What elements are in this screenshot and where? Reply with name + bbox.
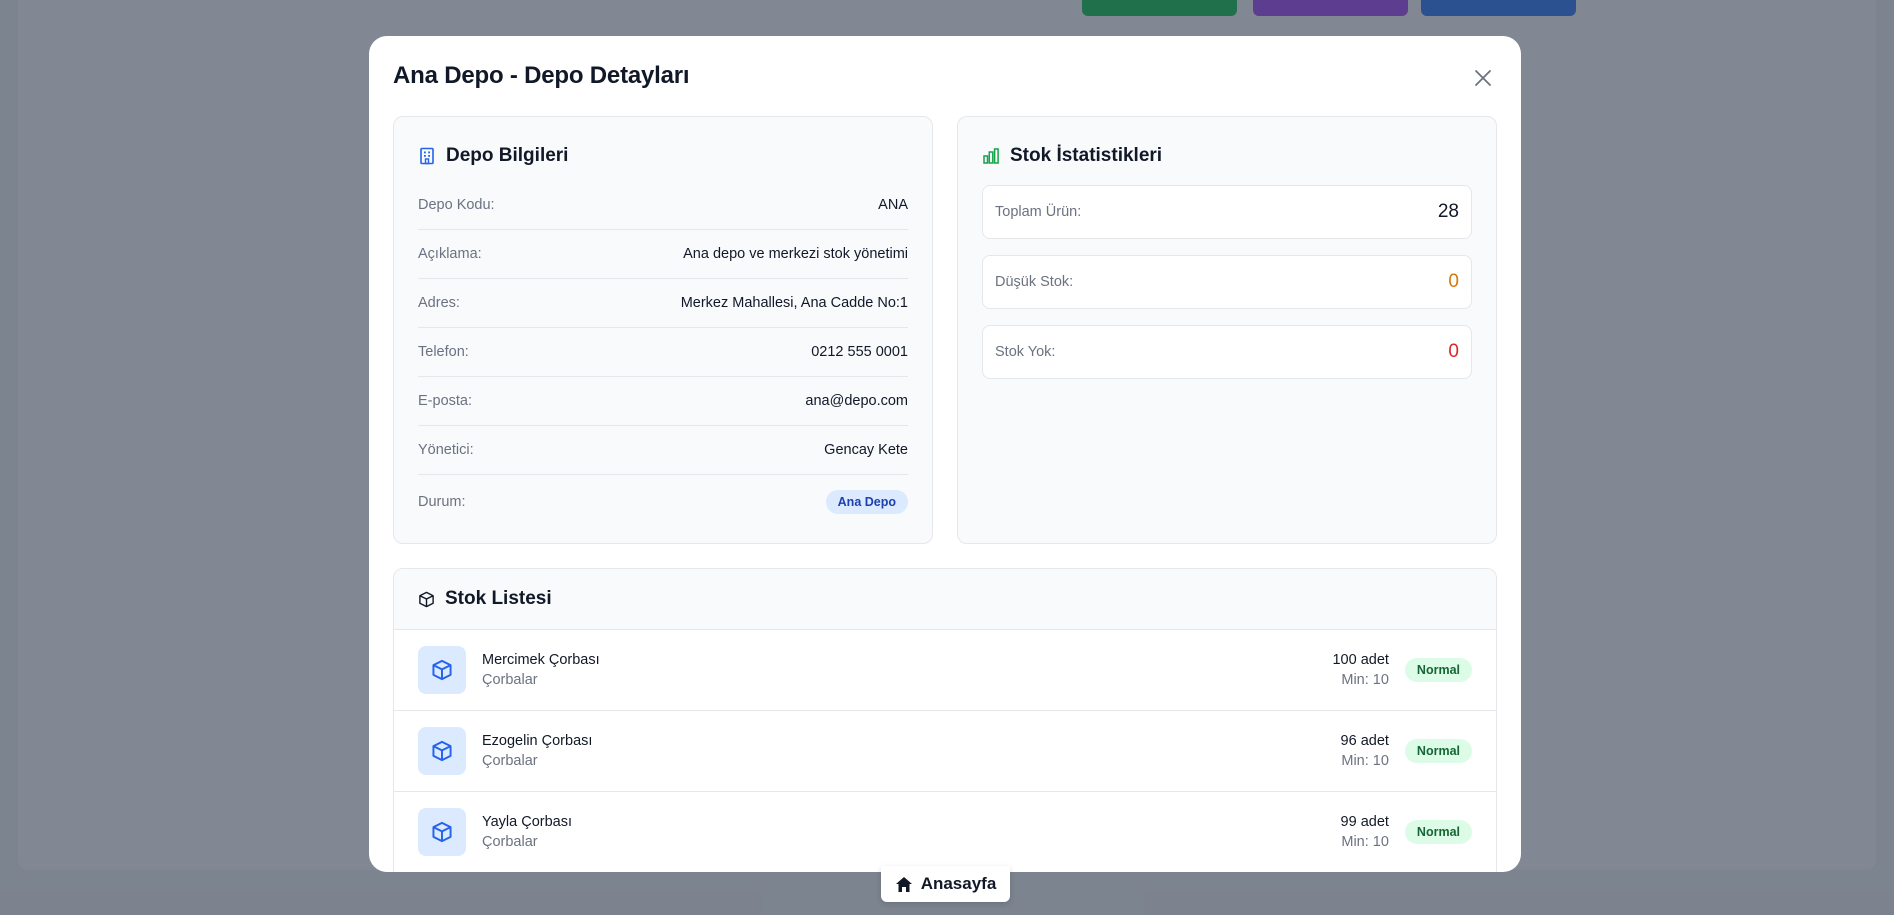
- depo-info-rows: Depo Kodu: ANA Açıklama: Ana depo ve mer…: [418, 181, 908, 529]
- info-row-eposta: E-posta: ana@depo.com: [418, 377, 908, 426]
- quantity-amount: 100 adet: [1332, 652, 1389, 668]
- product-category: Çorbalar: [482, 753, 538, 769]
- product-quantity: 96 adet Min: 10: [1341, 731, 1389, 771]
- product-category: Çorbalar: [482, 834, 538, 850]
- info-label: Durum:: [418, 494, 466, 510]
- product-info: Ezogelin Çorbası Çorbalar: [482, 731, 1341, 771]
- stok-istatistikleri-panel: Stok İstatistikleri Toplam Ürün: 28 Düşü…: [957, 116, 1497, 544]
- product-icon-box: [418, 646, 466, 694]
- box-icon: [419, 591, 434, 607]
- stat-value: 0: [1448, 271, 1459, 292]
- quantity-min: Min: 10: [1341, 834, 1389, 850]
- info-label: E-posta:: [418, 393, 472, 409]
- info-row-durum: Durum: Ana Depo: [418, 475, 908, 529]
- bar-chart-icon: [983, 148, 999, 164]
- stok-listesi-header: Stok Listesi: [394, 569, 1496, 630]
- close-button[interactable]: [1471, 66, 1495, 90]
- product-quantity: 100 adet Min: 10: [1332, 650, 1388, 690]
- building-icon: [420, 147, 434, 165]
- box-icon: [432, 740, 452, 762]
- info-value: Ana depo ve merkezi stok yönetimi: [683, 246, 908, 262]
- stok-listesi-panel: Stok Listesi Mercimek Çorbası Çorbalar 1…: [393, 568, 1497, 872]
- product-name: Mercimek Çorbası: [482, 652, 600, 668]
- stat-stok-yok: Stok Yok: 0: [982, 325, 1472, 379]
- status-badge: Normal: [1404, 658, 1472, 682]
- home-button-label: Anasayfa: [920, 874, 997, 893]
- status-badge: Normal: [1404, 739, 1472, 763]
- home-button[interactable]: Anasayfa: [881, 866, 1010, 902]
- stat-label: Toplam Ürün:: [995, 204, 1082, 220]
- product-info: Yayla Çorbası Çorbalar: [482, 812, 1341, 852]
- quantity-amount: 99 adet: [1340, 814, 1389, 830]
- stat-label: Stok Yok:: [995, 344, 1056, 360]
- stat-dusuk-stok: Düşük Stok: 0: [982, 255, 1472, 309]
- quantity-min: Min: 10: [1341, 672, 1389, 688]
- product-category: Çorbalar: [482, 672, 538, 688]
- info-label: Telefon:: [418, 344, 469, 360]
- info-label: Yönetici:: [418, 442, 474, 458]
- status-badge: Normal: [1404, 820, 1472, 844]
- product-quantity: 99 adet Min: 10: [1341, 812, 1389, 852]
- depo-bilgileri-heading: Depo Bilgileri: [446, 145, 569, 166]
- stat-toplam-urun: Toplam Ürün: 28: [982, 185, 1472, 239]
- quantity-amount: 96 adet: [1340, 733, 1389, 749]
- quantity-min: Min: 10: [1341, 753, 1389, 769]
- info-label: Açıklama:: [418, 246, 482, 262]
- info-value: Gencay Kete: [824, 442, 908, 458]
- info-label: Depo Kodu:: [418, 197, 495, 213]
- product-name: Yayla Çorbası: [482, 814, 572, 830]
- stat-value: 28: [1437, 201, 1459, 222]
- stok-istatistikleri-heading: Stok İstatistikleri: [1010, 145, 1163, 166]
- product-info: Mercimek Çorbası Çorbalar: [482, 650, 1332, 690]
- info-row-yonetici: Yönetici: Gencay Kete: [418, 426, 908, 475]
- list-item[interactable]: Mercimek Çorbası Çorbalar 100 adet Min: …: [394, 630, 1496, 711]
- info-value: ANA: [878, 197, 908, 213]
- info-value: 0212 555 0001: [811, 344, 908, 360]
- product-icon-box: [418, 808, 466, 856]
- depo-detail-modal: Ana Depo - Depo Detayları Depo Bilgileri…: [369, 36, 1521, 872]
- depo-bilgileri-panel: Depo Bilgileri Depo Kodu: ANA Açıklama: …: [393, 116, 933, 544]
- product-name: Ezogelin Çorbası: [482, 733, 593, 749]
- info-value: Merkez Mahallesi, Ana Cadde No:1: [680, 295, 908, 311]
- home-icon: [895, 876, 912, 892]
- stat-value: 0: [1448, 341, 1459, 362]
- info-row-aciklama: Açıklama: Ana depo ve merkezi stok yönet…: [418, 230, 908, 279]
- info-value: ana@depo.com: [805, 393, 908, 409]
- modal-title: Ana Depo - Depo Detayları: [393, 62, 690, 89]
- stok-istatistikleri-header: Stok İstatistikleri: [982, 145, 1162, 167]
- depo-bilgileri-header: Depo Bilgileri: [418, 145, 568, 167]
- list-item[interactable]: Ezogelin Çorbası Çorbalar 96 adet Min: 1…: [394, 711, 1496, 792]
- box-icon: [432, 821, 452, 843]
- list-item[interactable]: Yayla Çorbası Çorbalar 99 adet Min: 10 N…: [394, 792, 1496, 872]
- close-icon: [1475, 70, 1491, 86]
- info-row-adres: Adres: Merkez Mahallesi, Ana Cadde No:1: [418, 279, 908, 328]
- info-row-telefon: Telefon: 0212 555 0001: [418, 328, 908, 377]
- status-badge: Ana Depo: [825, 490, 908, 514]
- stat-label: Düşük Stok:: [995, 274, 1074, 290]
- info-row-depo-kodu: Depo Kodu: ANA: [418, 181, 908, 230]
- info-label: Adres:: [418, 295, 460, 311]
- stok-listesi-heading: Stok Listesi: [445, 588, 552, 609]
- box-icon: [432, 659, 452, 681]
- product-icon-box: [418, 727, 466, 775]
